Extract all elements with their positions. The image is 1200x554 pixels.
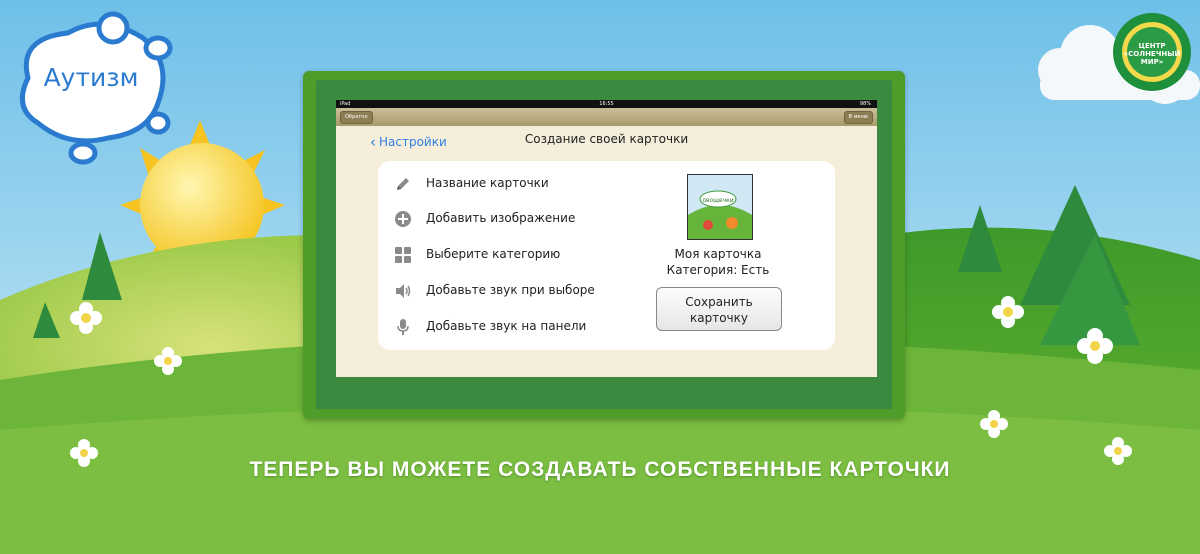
card-name-text: Моя карточка: [674, 247, 762, 261]
page-title: Создание своей карточки: [524, 132, 689, 146]
plus-circle-icon: [395, 211, 411, 227]
thumb-label: овощечки: [702, 197, 733, 204]
menu-item-choose-category[interactable]: Выберите категорию: [394, 244, 624, 266]
grid-icon: [395, 247, 411, 263]
save-button-line1: Сохранить: [685, 295, 753, 309]
seal-text: ЦЕНТР «СОЛНЕЧНЫЙ МИР»: [1123, 42, 1181, 66]
microphone-icon: [397, 319, 409, 335]
toolbar-back-button[interactable]: Обратно: [340, 111, 373, 124]
menu-label: Добавьте звук при выборе: [426, 283, 595, 297]
save-button-line2: карточку: [690, 311, 748, 325]
card-category-text: Категория: Есть: [666, 263, 770, 277]
logo-text: Аутизм: [43, 63, 139, 92]
menu-label: Добавить изображение: [426, 211, 576, 225]
save-card-button[interactable]: Сохранить карточку: [656, 287, 782, 331]
menu-item-add-image[interactable]: Добавить изображение: [394, 208, 624, 230]
status-battery: 98%: [859, 101, 871, 107]
speaker-icon: [396, 284, 411, 298]
status-time: 16:55: [599, 101, 614, 107]
card-editor-panel: Название карточки Добавить изображение В…: [378, 161, 835, 350]
menu-item-card-name[interactable]: Название карточки: [394, 173, 624, 195]
menu-label: Выберите категорию: [426, 247, 561, 261]
toolbar-menu-button[interactable]: В меню: [843, 111, 873, 124]
app-screen: iPad 16:55 98% Обратно В меню ‹ Настройки…: [336, 100, 877, 377]
autism-logo: Аутизм: [8, 8, 178, 168]
menu-item-select-sound[interactable]: Добавьте звук при выборе: [394, 280, 624, 302]
center-seal: ЦЕНТР «СОЛНЕЧНЫЙ МИР»: [1112, 12, 1192, 92]
app-toolbar: Обратно В меню: [336, 108, 877, 126]
menu-label: Название карточки: [426, 176, 549, 190]
card-thumbnail[interactable]: овощечки: [687, 174, 753, 240]
navigation-bar: ‹ Настройки Создание своей карточки: [336, 126, 877, 152]
promo-headline: ТЕПЕРЬ ВЫ МОЖЕТЕ СОЗДАВАТЬ СОБСТВЕННЫЕ К…: [249, 458, 951, 481]
status-bar: iPad 16:55 98%: [336, 100, 877, 108]
menu-label: Добавьте звук на панели: [426, 319, 587, 333]
card-image: овощечки: [688, 175, 752, 239]
menu-item-panel-sound[interactable]: Добавьте звук на панели: [394, 316, 624, 338]
pencil-icon: [397, 178, 409, 190]
